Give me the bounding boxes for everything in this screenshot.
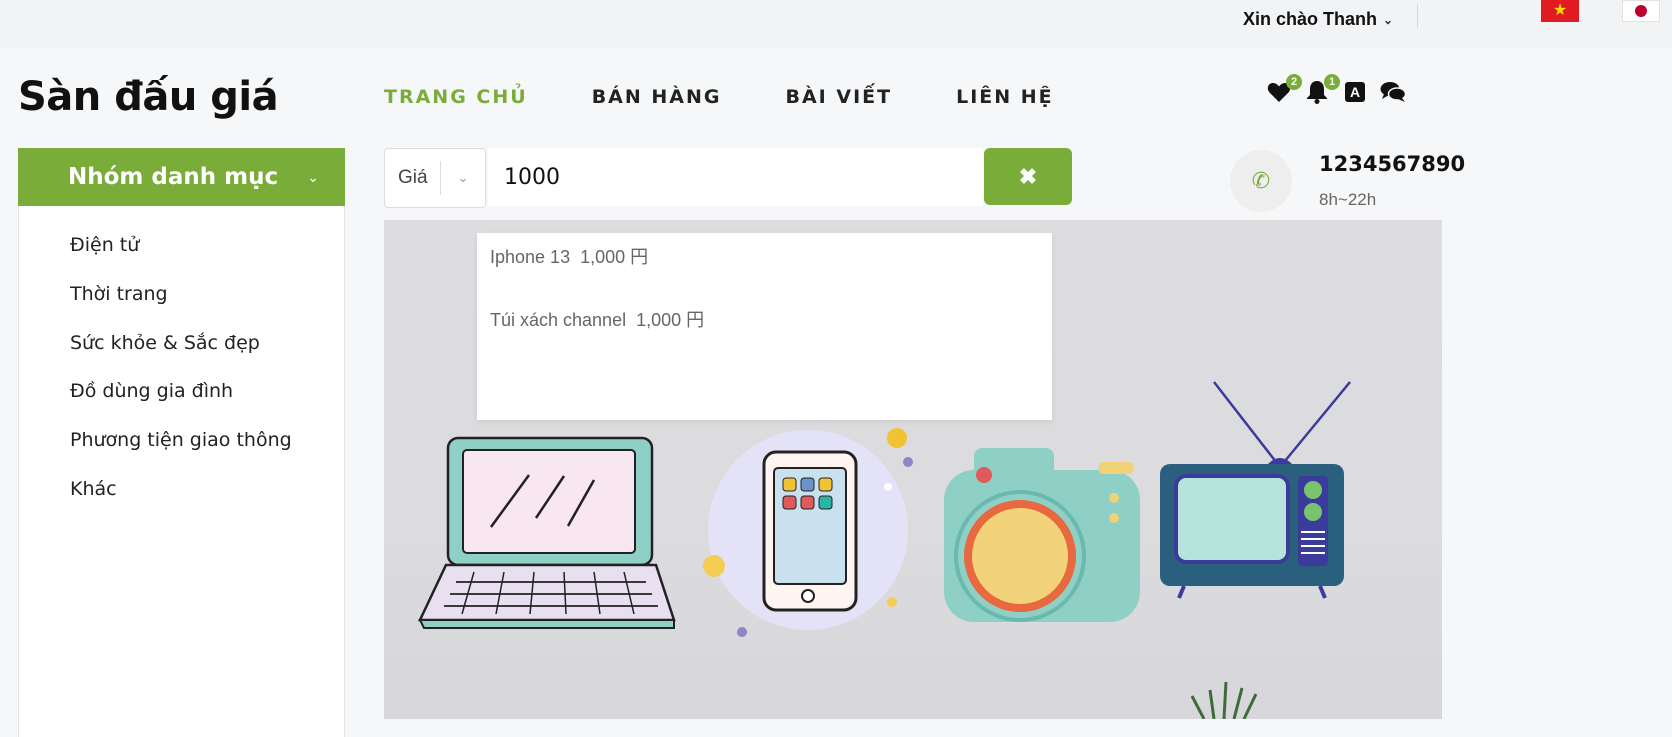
category-item-health-beauty[interactable]: Sức khỏe & Sắc đẹp [19,330,344,379]
suggestion-price: 1,000 円 [580,247,649,267]
nav-item-posts[interactable]: BÀI VIẾT [786,86,893,108]
suggestion-item[interactable]: Iphone 13 1,000 円 [490,243,648,269]
site-logo-title[interactable]: Sàn đấu giá [18,74,279,120]
category-item-vehicles[interactable]: Phương tiện giao thông [19,427,344,476]
top-bar: Xin chào Thanh ⌄ ★ [0,0,1672,48]
chevron-down-icon: ⌄ [307,168,319,185]
category-menu-title: Nhóm danh mục [68,164,279,190]
search-input[interactable] [488,148,983,206]
nav-item-home[interactable]: TRANG CHỦ [384,86,528,108]
notifications-badge: 1 [1324,74,1340,90]
user-greeting-menu[interactable]: Xin chào Thanh ⌄ [1243,9,1393,30]
suggestion-item[interactable]: Túi xách channel 1,000 円 [490,306,704,332]
japan-flag-icon[interactable] [1622,0,1660,22]
vietnam-flag-icon[interactable]: ★ [1541,0,1579,22]
category-menu-toggle[interactable]: Nhóm danh mục ⌄ [18,148,345,206]
phone-icon: ✆ [1230,150,1292,212]
contact-phone: 1234567890 [1319,152,1466,176]
category-item-household[interactable]: Đồ dùng gia đình [19,378,344,427]
nav-item-contact[interactable]: LIÊN HỆ [956,86,1054,108]
chat-icon[interactable] [1380,80,1406,104]
search-type-label: Giá [398,167,428,188]
main-nav: TRANG CHỦ BÁN HÀNG BÀI VIẾT LIÊN HỆ [384,86,1118,108]
category-item-electronics[interactable]: Điện tử [19,232,344,281]
suggestion-name: Iphone 13 [490,247,571,267]
bell-icon[interactable]: 1 [1304,74,1340,104]
nav-item-sell[interactable]: BÁN HÀNG [592,86,722,108]
clear-search-button[interactable]: ✖ [984,148,1072,205]
contact-hours: 8h~22h [1319,190,1377,209]
chevron-down-icon: ⌄ [1383,12,1394,27]
divider [1417,4,1418,28]
plant-illustration [1190,681,1258,719]
header-icons: 2 1 A [1266,74,1406,104]
smartphone-illustration [703,428,913,637]
category-item-fashion[interactable]: Thời trang [19,281,344,330]
favorites-badge: 2 [1286,74,1302,90]
laptop-illustration [418,436,676,629]
category-list: Điện tử Thời trang Sức khỏe & Sắc đẹp Đồ… [18,206,345,737]
suggestion-name: Túi xách channel [490,310,627,330]
font-a-icon[interactable]: A [1342,80,1368,104]
greeting-text: Xin chào Thanh [1243,9,1378,29]
search-suggestions: Iphone 13 1,000 円 Túi xách channel 1,000 円 [477,233,1052,420]
close-icon: ✖ [1018,163,1038,189]
search-type-select[interactable]: Giá ⌄ [384,148,486,208]
television-illustration [1160,381,1351,599]
suggestion-price: 1,000 円 [636,310,705,330]
heart-icon[interactable]: 2 [1266,74,1302,104]
camera-illustration [944,448,1140,622]
category-item-other[interactable]: Khác [19,476,344,525]
chevron-down-icon: ⌄ [457,170,469,185]
